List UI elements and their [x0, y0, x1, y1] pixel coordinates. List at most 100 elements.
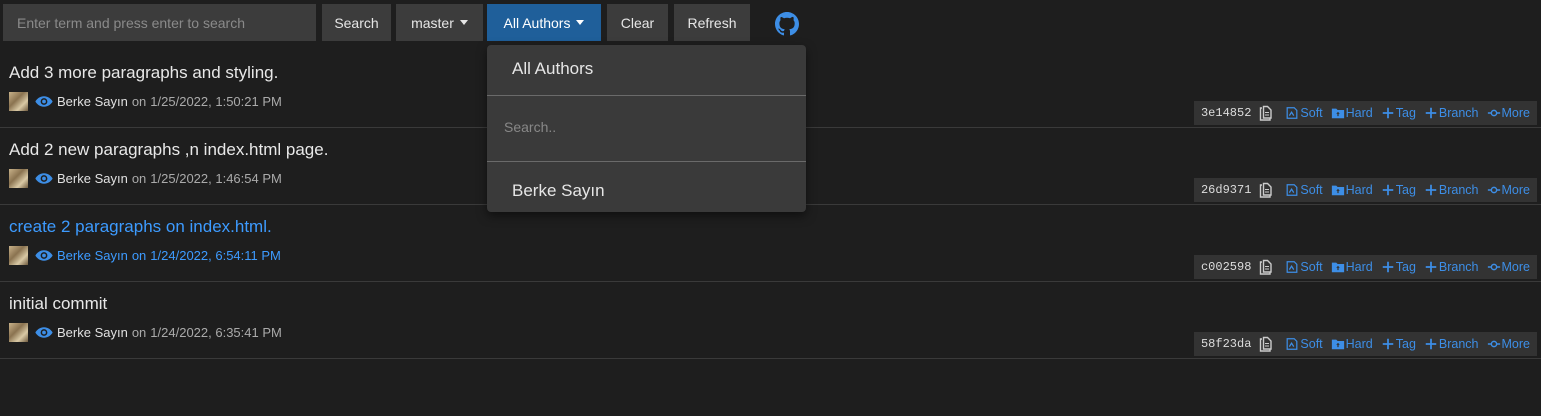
commit-date: 1/25/2022, 1:46:54 PM [150, 170, 282, 186]
eye-icon[interactable] [35, 95, 53, 108]
soft-reset-button[interactable]: Soft [1285, 337, 1323, 351]
chevron-down-icon [459, 20, 468, 25]
add-branch-button[interactable]: Branch [1424, 106, 1479, 120]
plus-icon [1382, 184, 1393, 196]
more-button[interactable]: More [1487, 337, 1530, 351]
tag-label: Tag [1395, 337, 1416, 351]
add-branch-button[interactable]: Branch [1424, 183, 1479, 197]
clear-button[interactable]: Clear [607, 4, 668, 41]
commit-actions: c002598 Soft Hard Tag Branch More [1193, 255, 1537, 279]
soft-reset-icon [1286, 338, 1298, 350]
tag-label: Tag [1395, 183, 1416, 197]
add-tag-button[interactable]: Tag [1381, 183, 1416, 197]
commit-on-label: on [131, 324, 147, 340]
chevron-down-icon [576, 20, 585, 25]
dropdown-item-all-authors[interactable]: All Authors [512, 59, 593, 79]
more-button[interactable]: More [1487, 260, 1530, 274]
commit-row[interactable]: initial commit Berke Sayın on 1/24/2022,… [0, 282, 1541, 359]
search-input[interactable] [3, 4, 316, 41]
author-search-input[interactable] [491, 112, 802, 142]
commit-row[interactable]: create 2 paragraphs on index.html. Berke… [0, 205, 1541, 282]
commit-author[interactable]: Berke Sayın [57, 94, 128, 109]
clipboard-icon[interactable] [1259, 259, 1273, 275]
commit-meta: Berke Sayın on 1/25/2022, 1:50:21 PM [9, 91, 282, 111]
commit-message[interactable]: initial commit [9, 294, 107, 314]
folder-icon [1331, 108, 1344, 119]
hard-label: Hard [1345, 183, 1373, 197]
commit-message[interactable]: create 2 paragraphs on index.html. [9, 217, 272, 237]
add-tag-button[interactable]: Tag [1381, 337, 1416, 351]
branch-label: Branch [1438, 106, 1479, 120]
branch-label: Branch [1438, 183, 1479, 197]
commit-message[interactable]: Add 3 more paragraphs and styling. [9, 63, 278, 83]
clipboard-icon[interactable] [1259, 105, 1273, 121]
more-button[interactable]: More [1487, 106, 1530, 120]
more-label: More [1501, 260, 1530, 274]
plus-icon [1382, 338, 1393, 350]
eye-icon[interactable] [35, 172, 53, 185]
folder-icon [1331, 262, 1344, 273]
commit-hash[interactable]: 3e14852 [1201, 106, 1251, 120]
plus-icon [1425, 184, 1437, 196]
commit-on-label: on [131, 247, 147, 263]
commit-meta: Berke Sayın on 1/24/2022, 6:35:41 PM [9, 322, 282, 342]
authors-select-button[interactable]: All Authors [487, 4, 601, 41]
hard-label: Hard [1345, 337, 1373, 351]
dropdown-divider [487, 95, 806, 96]
tag-label: Tag [1395, 106, 1416, 120]
plus-icon [1425, 261, 1437, 273]
more-label: More [1501, 183, 1530, 197]
commit-meta: Berke Sayın on 1/24/2022, 6:54:11 PM [9, 245, 281, 265]
dropdown-item-author[interactable]: Berke Sayın [512, 181, 605, 201]
refresh-button[interactable]: Refresh [674, 4, 750, 41]
soft-reset-button[interactable]: Soft [1285, 260, 1323, 274]
commit-icon [1487, 186, 1500, 194]
commit-hash[interactable]: 58f23da [1201, 337, 1251, 351]
plus-icon [1425, 107, 1437, 119]
toolbar: Search master All Authors Clear Refresh [0, 0, 1541, 46]
more-button[interactable]: More [1487, 183, 1530, 197]
add-tag-button[interactable]: Tag [1381, 260, 1416, 274]
plus-icon [1382, 107, 1393, 119]
commit-actions: 58f23da Soft Hard Tag Branch More [1193, 332, 1537, 356]
eye-icon[interactable] [35, 326, 53, 339]
hard-reset-button[interactable]: Hard [1331, 260, 1373, 274]
authors-label: All Authors [503, 14, 571, 31]
soft-label: Soft [1300, 183, 1323, 197]
more-label: More [1501, 106, 1530, 120]
commit-on-label: on [131, 170, 147, 186]
commit-icon [1487, 263, 1500, 271]
hard-reset-button[interactable]: Hard [1331, 106, 1373, 120]
commit-icon [1487, 340, 1500, 348]
hard-label: Hard [1345, 106, 1373, 120]
soft-reset-button[interactable]: Soft [1285, 106, 1323, 120]
branch-select-button[interactable]: master [396, 4, 483, 41]
eye-icon[interactable] [35, 249, 53, 262]
add-tag-button[interactable]: Tag [1381, 106, 1416, 120]
plus-icon [1425, 338, 1437, 350]
folder-icon [1331, 185, 1344, 196]
refresh-button-label: Refresh [687, 14, 737, 31]
commit-actions: 3e14852 Soft Hard Tag Branch More [1193, 101, 1537, 125]
commit-author[interactable]: Berke Sayın [57, 248, 128, 263]
commit-author[interactable]: Berke Sayın [57, 325, 128, 340]
commit-actions: 26d9371 Soft Hard Tag Branch More [1193, 178, 1537, 202]
commit-message[interactable]: Add 2 new paragraphs ,n index.html page. [9, 140, 328, 160]
add-branch-button[interactable]: Branch [1424, 260, 1479, 274]
commit-hash[interactable]: 26d9371 [1201, 183, 1251, 197]
avatar [9, 245, 28, 265]
dropdown-divider [487, 161, 806, 162]
github-icon[interactable] [775, 12, 799, 36]
avatar [9, 91, 28, 111]
commit-on-label: on [131, 93, 147, 109]
clipboard-icon[interactable] [1259, 336, 1273, 352]
commit-hash[interactable]: c002598 [1201, 260, 1251, 274]
add-branch-button[interactable]: Branch [1424, 337, 1479, 351]
hard-reset-button[interactable]: Hard [1331, 183, 1373, 197]
soft-reset-button[interactable]: Soft [1285, 183, 1323, 197]
more-label: More [1501, 337, 1530, 351]
clipboard-icon[interactable] [1259, 182, 1273, 198]
hard-reset-button[interactable]: Hard [1331, 337, 1373, 351]
search-button[interactable]: Search [322, 4, 391, 41]
commit-author[interactable]: Berke Sayın [57, 171, 128, 186]
